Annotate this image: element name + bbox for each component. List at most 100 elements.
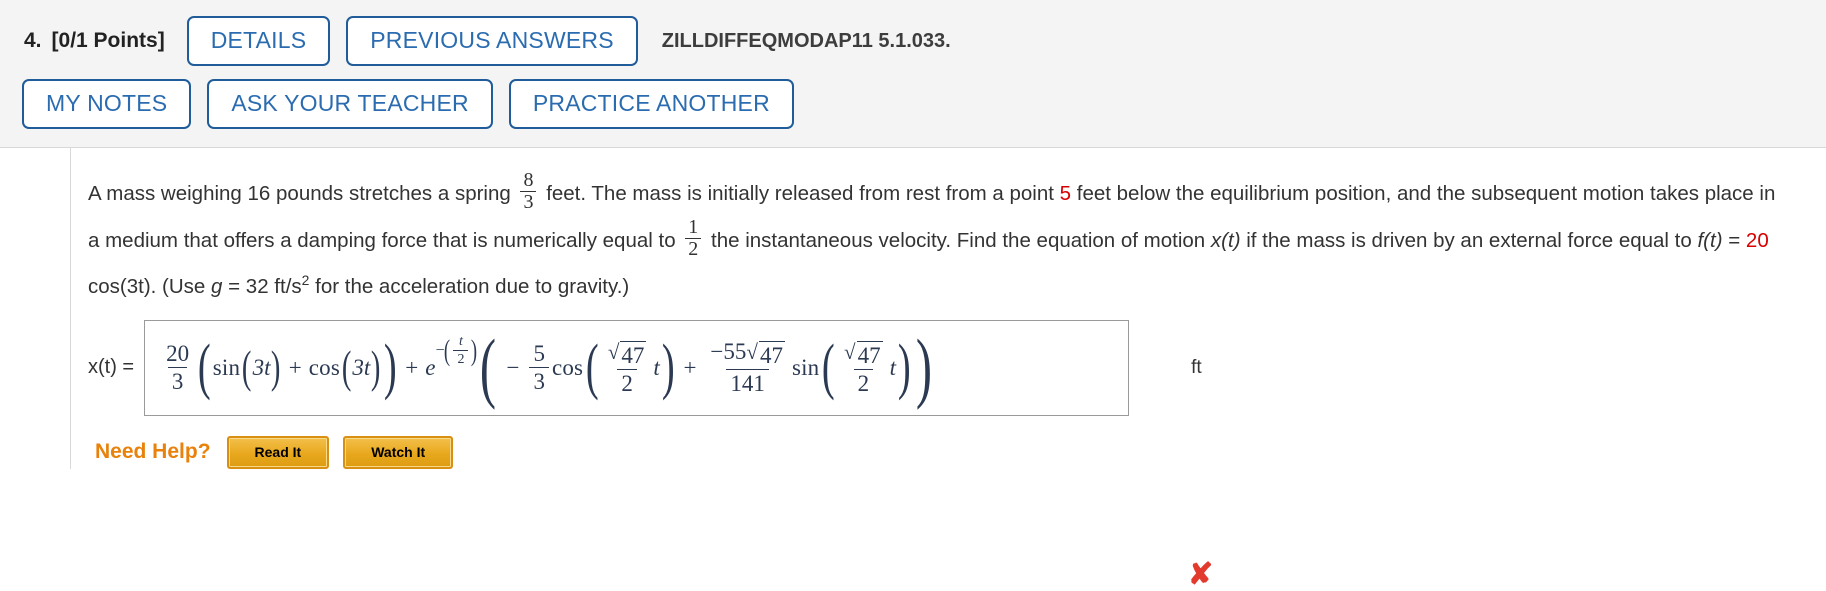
spring-stretch-numerator: 8 [523,169,534,191]
answer-row: x(t) = 20 3 ( sin ( 3t ) + cos ( 3t ) ) [88,319,1826,416]
radical-sign-icon-3: √ [844,339,856,364]
group-open-paren: ( [198,332,211,401]
sine-time-variable: t [889,354,896,380]
ask-your-teacher-button[interactable]: ASK YOUR TEACHER [207,79,493,129]
question-content: A mass weighing 16 pounds stretches a sp… [0,148,1826,590]
leading-coefficient-numerator: 20 [166,340,190,366]
exponent-open-paren: ( [444,333,451,367]
question-header-band: 4. [0/1 Points] DETAILS PREVIOUS ANSWERS… [0,0,1826,148]
radicand-value-2: 47 [758,340,785,368]
exponent-fraction: t 2 [453,333,469,368]
damping-numerator: 1 [688,215,699,238]
sin-open-paren-2: ( [822,332,836,401]
problem-text-seg6: for the acceleration due to gravity.) [315,274,630,298]
damping-denominator: 2 [685,237,702,260]
damped-group-open-paren: ( [480,323,497,411]
cos-argument-1: 3t [352,354,371,380]
problem-text-seg4: the instantaneous velocity. Find the equ… [711,228,1206,252]
exponential-base: e [425,354,436,380]
motion-variable: x(t) [1210,228,1241,252]
cos-close-paren-1: ) [371,341,381,393]
problem-text-seg1: A mass weighing 16 pounds stretches a sp… [88,181,511,205]
sin-function-name-2: sin [791,354,820,380]
details-button[interactable]: DETAILS [186,16,331,66]
answer-input-box[interactable]: 20 3 ( sin ( 3t ) + cos ( 3t ) ) + e − (… [144,319,1130,416]
force-amplitude-value: 20 [1745,228,1769,252]
problem-text-seg5: if the mass is driven by an external for… [1246,228,1692,252]
radical-sign-icon-1: √ [607,339,620,364]
cosine-time-variable: t [653,354,660,380]
initial-displacement-value: 5 [1059,181,1072,205]
gravity-value: = 32 ft/s [228,274,302,298]
sin-close-paren: ) [271,341,281,393]
gravity-unit-exponent: 2 [301,271,310,288]
cos-close-paren-2: ) [661,332,675,401]
read-it-button[interactable]: Read It [226,435,330,469]
sine-frequency-fraction: √ 47 2 [840,339,887,397]
force-function-symbol: f(t) [1697,228,1723,252]
cosine-frequency-denominator: 2 [617,369,637,396]
sqrt-47-radical-3: √ 47 [844,339,883,368]
sum-plus-sign-1: + [288,354,302,380]
sum-plus-sign-2: + [405,354,419,380]
watch-it-button[interactable]: Watch It [343,435,454,469]
gravity-symbol: g [211,274,223,298]
inner-minus-sign: − [506,354,520,380]
header-row-secondary: MY NOTES ASK YOUR TEACHER PRACTICE ANOTH… [0,74,1826,134]
assignment-code: ZILLDIFFEQMODAP11 5.1.033. [661,29,951,52]
incorrect-answer-icon: ✘ [1188,558,1214,591]
sine-coefficient-numerator: −55 √ 47 [706,339,789,369]
damped-group-close-paren: ) [915,323,932,411]
sine-coefficient-number: −55 [710,338,747,364]
exponent-close-paren: ) [471,333,478,367]
radicand-value-3: 47 [856,340,883,368]
answer-label: x(t) = [88,356,135,379]
question-number: 4. [24,29,42,52]
my-notes-button[interactable]: MY NOTES [22,79,192,129]
header-row-primary: 4. [0/1 Points] DETAILS PREVIOUS ANSWERS… [0,10,1826,72]
exponent-denominator: 2 [453,350,469,367]
problem-statement: A mass weighing 16 pounds stretches a sp… [88,169,1788,310]
answer-math-expression: 20 3 ( sin ( 3t ) + cos ( 3t ) ) + e − (… [159,323,934,411]
sin-function-name: sin [212,354,241,380]
force-equals-sign: = [1728,228,1741,252]
need-help-label: Need Help? [95,440,211,464]
damping-coefficient-fraction: 12 [685,215,702,260]
cos-open-paren-1: ( [341,341,352,393]
group-close-paren: ) [383,332,397,401]
need-help-row: Need Help? Read It Watch It [95,435,1826,469]
sin-argument: 3t [252,354,271,380]
sum-plus-sign-3: + [683,354,697,380]
radical-sign-icon-2: √ [746,339,758,364]
sine-coefficient-denominator: 141 [726,369,769,396]
sqrt-47-radical-1: √ 47 [607,339,647,368]
question-points-badge: [0/1 Points] [51,29,165,52]
cosine-coefficient-numerator: 5 [533,340,545,366]
cos-function-name-1: cos [308,354,341,380]
answer-unit-label: ft [1191,356,1202,378]
leading-coefficient-fraction: 20 3 [162,341,193,395]
content-left-divider [70,148,71,469]
sin-open-paren: ( [242,341,252,393]
cos-open-paren-2: ( [586,332,599,401]
spring-stretch-fraction: 83 [520,169,537,213]
cosine-frequency-numerator: √ 47 [604,339,651,369]
radicand-value-1: 47 [620,340,647,368]
leading-coefficient-denominator: 3 [167,367,188,394]
exponential-exponent: − ( t 2 ) [435,334,477,368]
problem-text-seg2: feet. The mass is initially released fro… [546,181,1054,205]
sine-coefficient-fraction: −55 √ 47 141 [706,339,789,397]
exponent-numerator: t [459,333,463,349]
sin-close-paren-2: ) [897,332,911,401]
cosine-frequency-fraction: √ 47 2 [604,339,651,397]
sine-frequency-denominator: 2 [853,369,874,396]
force-expression-rest: cos(3t). (Use [88,274,206,298]
cos-function-name-2: cos [551,354,584,380]
previous-answers-button[interactable]: PREVIOUS ANSWERS [346,16,638,66]
cosine-coefficient-fraction: 5 3 [529,341,549,395]
sqrt-47-radical-2: √ 47 [746,339,785,368]
sine-frequency-numerator: √ 47 [840,339,887,369]
spring-stretch-denominator: 3 [520,191,537,213]
cosine-coefficient-denominator: 3 [529,367,549,394]
practice-another-button[interactable]: PRACTICE ANOTHER [508,79,794,129]
